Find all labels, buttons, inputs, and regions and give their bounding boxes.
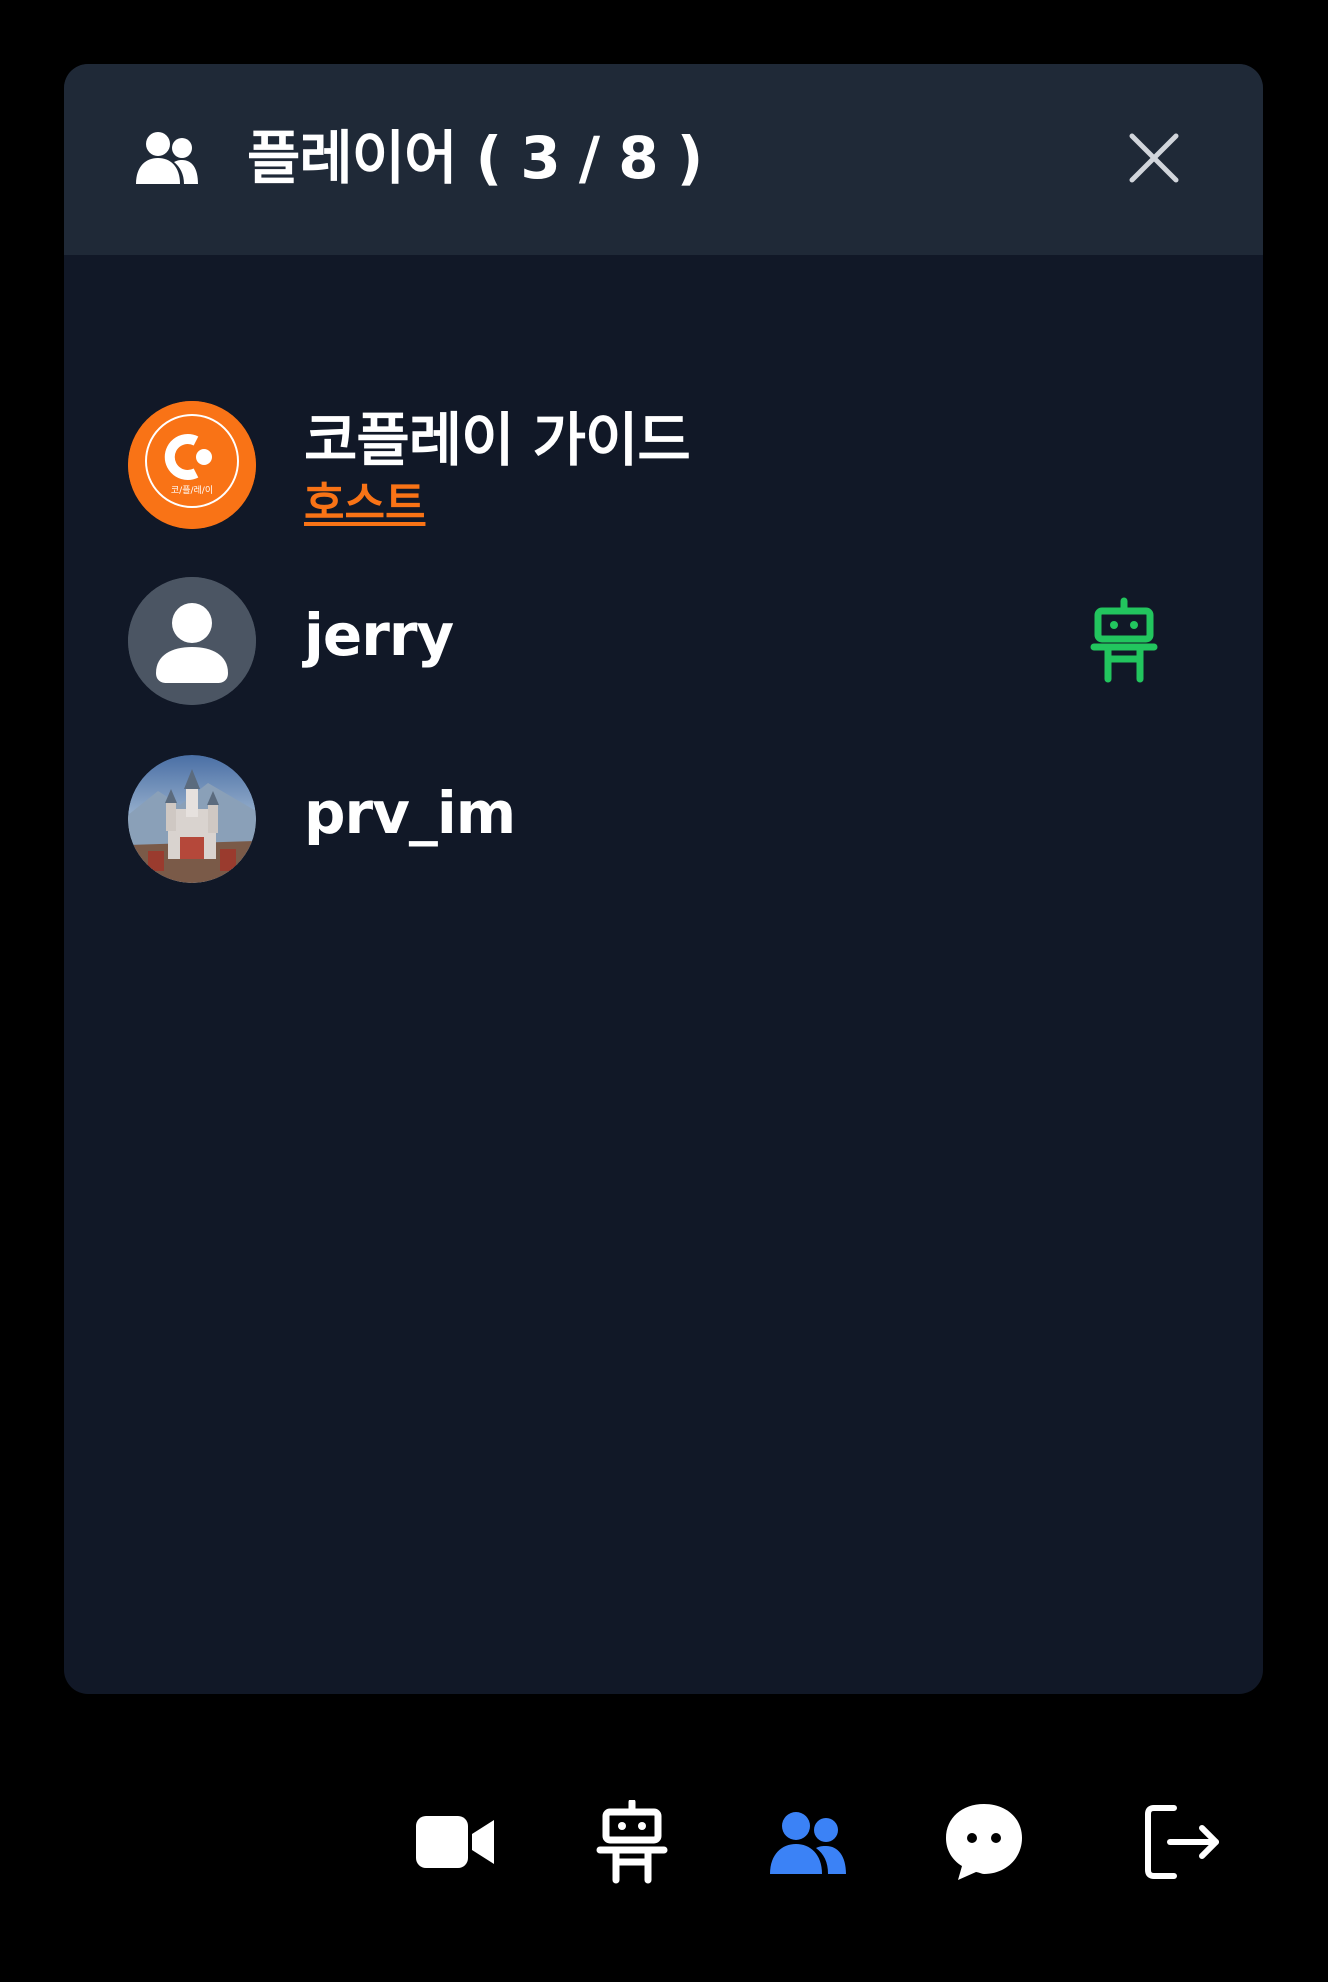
robot-icon bbox=[1088, 597, 1160, 685]
avatar bbox=[128, 577, 256, 705]
chat-button[interactable] bbox=[942, 1800, 1026, 1884]
player-panel: 플레이어 ( 3 / 8 ) 코/플/레/이 코플레이 가이드 호스트 jerr… bbox=[64, 64, 1263, 1694]
panel-title: 플레이어 ( 3 / 8 ) bbox=[247, 124, 703, 192]
close-button[interactable] bbox=[1126, 130, 1182, 186]
host-badge: 호스트 bbox=[304, 478, 426, 529]
default-user-icon bbox=[128, 577, 256, 705]
player-name: jerry bbox=[304, 601, 454, 669]
exit-icon bbox=[1145, 1805, 1219, 1879]
player-row-jerry[interactable]: jerry bbox=[64, 577, 1263, 717]
chat-icon bbox=[946, 1804, 1022, 1880]
users-icon bbox=[134, 130, 200, 186]
player-row-prv-im[interactable]: prv_im bbox=[64, 755, 1263, 895]
player-name: prv_im bbox=[304, 779, 516, 847]
panel-header: 플레이어 ( 3 / 8 ) bbox=[64, 64, 1263, 255]
avatar bbox=[128, 755, 256, 883]
avatar-text: 코/플/레/이 bbox=[171, 485, 213, 496]
video-button[interactable] bbox=[414, 1800, 498, 1884]
players-button[interactable] bbox=[766, 1800, 850, 1884]
avatar: 코/플/레/이 bbox=[128, 401, 256, 529]
robot-icon bbox=[596, 1800, 668, 1884]
bottom-toolbar bbox=[0, 1760, 1328, 1920]
coplay-logo-icon: 코/플/레/이 bbox=[128, 401, 256, 529]
castle-photo-icon bbox=[128, 755, 256, 883]
video-icon bbox=[416, 1816, 494, 1868]
exit-button[interactable] bbox=[1140, 1800, 1224, 1884]
close-icon bbox=[1129, 133, 1179, 183]
player-name: 코플레이 가이드 bbox=[304, 406, 691, 474]
app-frame: 플레이어 ( 3 / 8 ) 코/플/레/이 코플레이 가이드 호스트 jerr… bbox=[0, 0, 1328, 1982]
player-row-host[interactable]: 코/플/레/이 코플레이 가이드 호스트 bbox=[64, 401, 1263, 541]
bot-button[interactable] bbox=[590, 1800, 674, 1884]
users-icon bbox=[770, 1812, 846, 1874]
